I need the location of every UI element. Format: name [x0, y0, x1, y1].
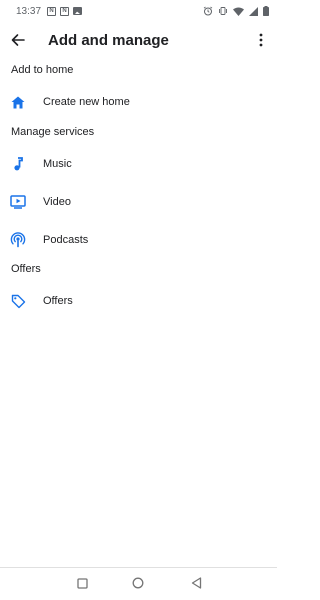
recents-button[interactable]	[75, 576, 89, 590]
back-nav-button[interactable]	[189, 576, 203, 590]
status-time: 13:37	[16, 5, 42, 17]
music-note-icon	[10, 156, 26, 172]
circle-icon	[132, 577, 144, 589]
list-item-label: Offers	[43, 295, 73, 307]
arrow-back-icon	[11, 34, 25, 46]
image-notification-icon	[73, 7, 83, 15]
section-header-offers: Offers	[11, 263, 41, 275]
battery-icon	[263, 6, 269, 16]
more-vert-icon	[259, 33, 263, 47]
vibrate-icon	[219, 7, 227, 15]
section-header-manage-services: Manage services	[11, 126, 95, 138]
tag-icon	[10, 293, 26, 309]
square-icon	[76, 577, 88, 589]
cell-signal-icon	[249, 6, 258, 16]
list-item-label: Podcasts	[43, 234, 89, 246]
app-bar: Add and manage	[0, 22, 277, 58]
status-right	[203, 6, 269, 16]
list-item-music[interactable]: Music	[0, 146, 277, 182]
page-title: Add and manage	[48, 31, 169, 49]
list-item-offers[interactable]: Offers	[0, 283, 277, 319]
wifi-icon	[233, 7, 244, 16]
list-item-label: Music	[43, 158, 72, 170]
podcast-icon	[10, 232, 26, 248]
back-button[interactable]	[0, 22, 36, 58]
system-nav-bar	[0, 568, 277, 600]
notification-n-icon: N	[47, 6, 57, 16]
alarm-icon	[203, 6, 213, 16]
section-header-add-to-home: Add to home	[11, 64, 74, 76]
notification-n-icon: N	[60, 6, 70, 16]
status-bar: 13:37 N N	[0, 0, 277, 22]
list-item-podcasts[interactable]: Podcasts	[0, 222, 277, 258]
home-button[interactable]	[131, 576, 145, 590]
triangle-back-icon	[191, 577, 201, 589]
home-icon	[10, 94, 26, 110]
more-options-button[interactable]	[249, 22, 273, 58]
list-item-label: Video	[43, 196, 71, 208]
video-icon	[10, 194, 26, 210]
list-item-label: Create new home	[43, 96, 130, 108]
list-item-video[interactable]: Video	[0, 184, 277, 220]
list-item-create-new-home[interactable]: Create new home	[0, 84, 277, 120]
status-left: 13:37 N N	[16, 5, 83, 17]
